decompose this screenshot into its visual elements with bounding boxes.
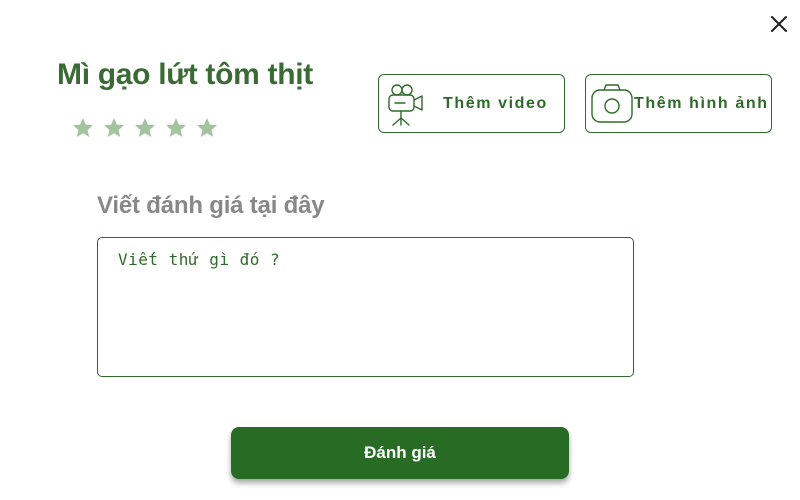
add-video-button[interactable]: Thêm video	[378, 74, 565, 133]
star-icon[interactable]	[133, 116, 157, 140]
star-icon[interactable]	[102, 116, 126, 140]
product-title: Mì gạo lứt tôm thịt	[57, 58, 313, 91]
review-dialog: Mì gạo lứt tôm thịt Thêm video Thêm hình…	[0, 0, 800, 500]
add-photo-label: Thêm hình ảnh	[634, 95, 769, 112]
submit-review-button[interactable]: Đánh giá	[231, 427, 569, 479]
add-video-label: Thêm video	[443, 95, 548, 112]
video-camera-icon	[388, 84, 423, 126]
star-icon[interactable]	[195, 116, 219, 140]
add-photo-button[interactable]: Thêm hình ảnh	[585, 74, 772, 133]
review-textarea[interactable]	[97, 237, 634, 377]
close-icon[interactable]	[767, 12, 791, 36]
star-rating[interactable]	[71, 116, 219, 140]
star-icon[interactable]	[164, 116, 188, 140]
star-icon[interactable]	[71, 116, 95, 140]
camera-icon	[591, 84, 633, 123]
review-heading: Viết đánh giá tại đây	[97, 192, 325, 219]
